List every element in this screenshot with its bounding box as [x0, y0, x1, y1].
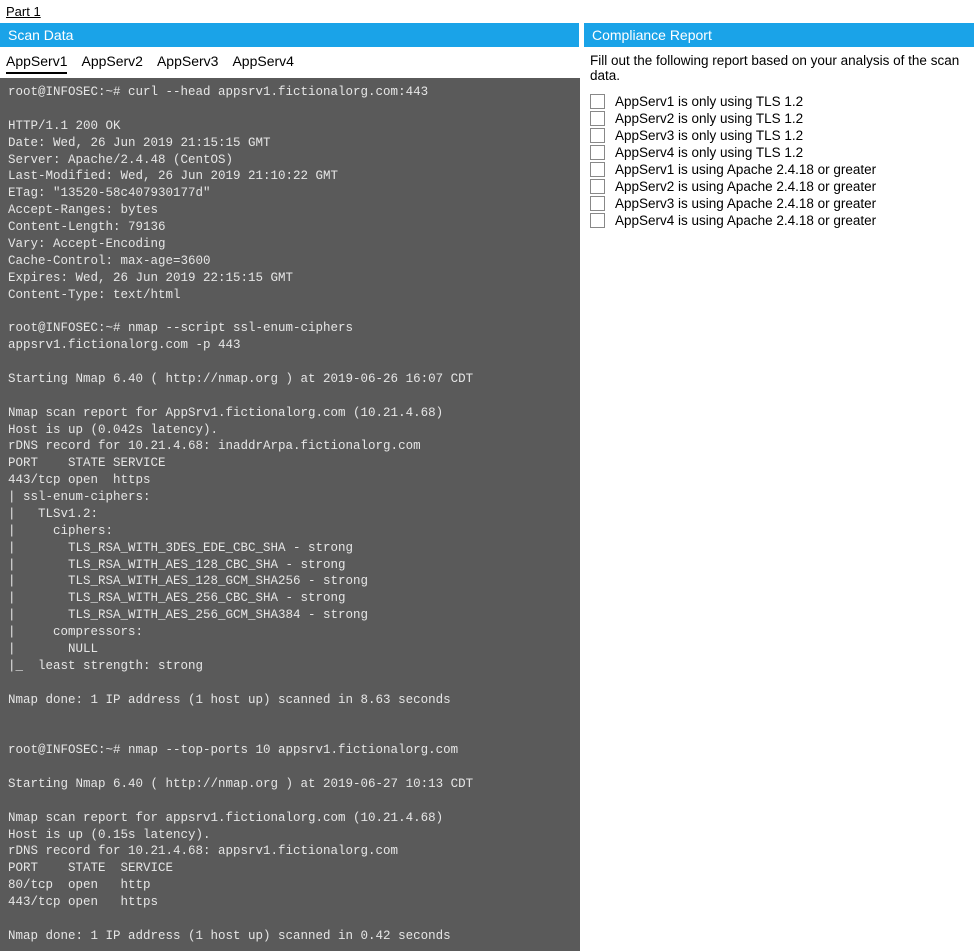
- check-label: AppServ4 is only using TLS 1.2: [615, 145, 803, 160]
- check-label: AppServ2 is only using TLS 1.2: [615, 111, 803, 126]
- report-intro: Fill out the following report based on y…: [584, 47, 974, 93]
- checkbox-tls-appserv2[interactable]: [590, 111, 605, 126]
- checkbox-tls-appserv3[interactable]: [590, 128, 605, 143]
- check-row: AppServ4 is only using TLS 1.2: [584, 144, 974, 161]
- check-row: AppServ3 is using Apache 2.4.18 or great…: [584, 195, 974, 212]
- checkbox-apache-appserv1[interactable]: [590, 162, 605, 177]
- check-label: AppServ1 is using Apache 2.4.18 or great…: [615, 162, 876, 177]
- terminal-output: root@INFOSEC:~# curl --head appsrv1.fict…: [0, 78, 580, 951]
- tab-appserv3[interactable]: AppServ3: [157, 53, 218, 74]
- checkbox-apache-appserv3[interactable]: [590, 196, 605, 211]
- checkbox-tls-appserv4[interactable]: [590, 145, 605, 160]
- check-label: AppServ1 is only using TLS 1.2: [615, 94, 803, 109]
- checkbox-tls-appserv1[interactable]: [590, 94, 605, 109]
- check-row: AppServ2 is only using TLS 1.2: [584, 110, 974, 127]
- tab-appserv1[interactable]: AppServ1: [6, 53, 67, 74]
- server-tabs: AppServ1 AppServ2 AppServ3 AppServ4: [0, 47, 580, 74]
- check-row: AppServ3 is only using TLS 1.2: [584, 127, 974, 144]
- checkbox-apache-appserv2[interactable]: [590, 179, 605, 194]
- compliance-header: Compliance Report: [584, 23, 974, 47]
- checkbox-apache-appserv4[interactable]: [590, 213, 605, 228]
- check-label: AppServ2 is using Apache 2.4.18 or great…: [615, 179, 876, 194]
- tab-appserv4[interactable]: AppServ4: [232, 53, 293, 74]
- check-row: AppServ2 is using Apache 2.4.18 or great…: [584, 178, 974, 195]
- check-row: AppServ1 is using Apache 2.4.18 or great…: [584, 161, 974, 178]
- check-row: AppServ4 is using Apache 2.4.18 or great…: [584, 212, 974, 229]
- check-label: AppServ4 is using Apache 2.4.18 or great…: [615, 213, 876, 228]
- check-label: AppServ3 is only using TLS 1.2: [615, 128, 803, 143]
- check-row: AppServ1 is only using TLS 1.2: [584, 93, 974, 110]
- part-label: Part 1: [0, 0, 974, 23]
- tab-appserv2[interactable]: AppServ2: [81, 53, 142, 74]
- scan-data-header: Scan Data: [0, 23, 580, 47]
- check-label: AppServ3 is using Apache 2.4.18 or great…: [615, 196, 876, 211]
